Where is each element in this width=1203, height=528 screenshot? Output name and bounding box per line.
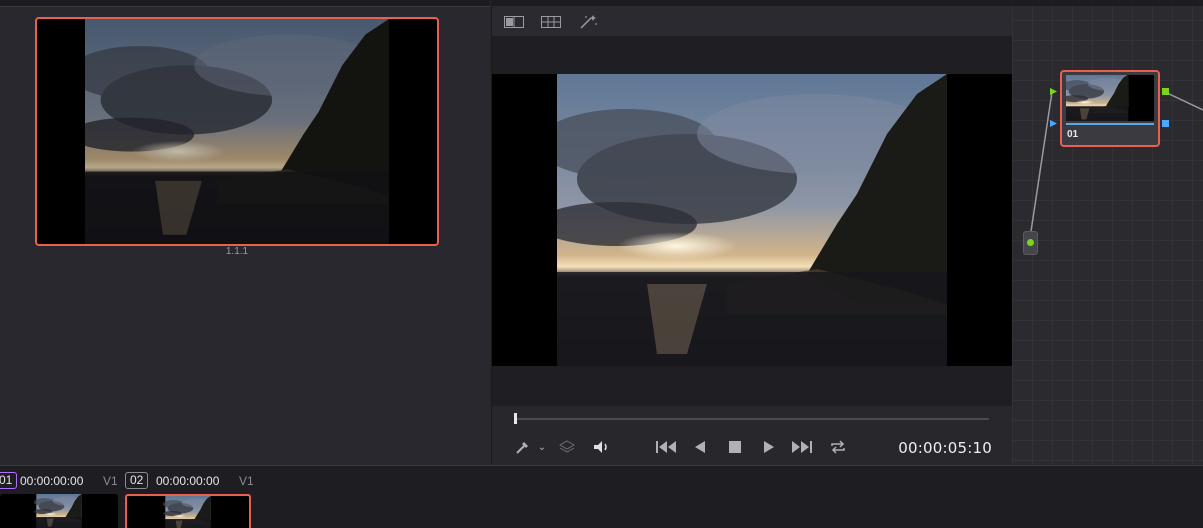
node-label: 01 <box>1067 129 1079 140</box>
clip-number-02: 02 <box>125 472 149 489</box>
viewer-timecode: 00:00:05:10 <box>898 439 992 457</box>
viewer-canvas[interactable] <box>492 36 1012 406</box>
still-label: 1.1.1 <box>225 246 249 257</box>
source-output-port[interactable] <box>1027 239 1034 246</box>
viewer-panel: ⌄ 00:00:05:10 <box>491 0 1013 464</box>
clip-timecode-01: 00:00:00:00 <box>20 474 84 488</box>
clip-thumbnail-01[interactable] <box>0 494 118 528</box>
corrector-node-01[interactable]: 01 <box>1060 70 1160 147</box>
scrub-bar[interactable] <box>514 418 989 420</box>
split-screen-icon[interactable] <box>503 14 525 30</box>
node-thumbnail <box>1066 75 1154 121</box>
grid-icon[interactable] <box>540 14 562 30</box>
clip-thumbnail-02[interactable] <box>125 494 251 528</box>
play-reverse-icon[interactable] <box>692 437 708 457</box>
layers-icon[interactable] <box>558 437 576 457</box>
clip-number-01: 01 <box>0 472 18 489</box>
node-editor[interactable]: 01 <box>1012 0 1203 464</box>
node-input-port-blue[interactable] <box>1050 120 1057 127</box>
play-icon[interactable] <box>761 437 777 457</box>
volume-icon[interactable] <box>592 437 612 457</box>
clip-track-02: V1 <box>239 474 254 488</box>
viewer-toolbar <box>492 0 1012 36</box>
clip-track-01: V1 <box>103 474 118 488</box>
playhead[interactable] <box>514 413 517 424</box>
node-bar <box>1066 123 1154 125</box>
gallery-panel: 1.1.1 <box>0 0 490 464</box>
gallery-top-bar <box>0 0 490 7</box>
node-output-port-green[interactable] <box>1162 88 1169 95</box>
chevron-down-icon[interactable]: ⌄ <box>536 437 548 457</box>
color-picker-icon[interactable] <box>514 437 532 457</box>
still-image <box>85 19 389 244</box>
skip-to-end-icon[interactable] <box>791 437 813 457</box>
viewer-frame <box>492 74 1012 366</box>
node-output-port-blue[interactable] <box>1162 120 1169 127</box>
viewer-image <box>557 74 947 366</box>
source-input-node[interactable] <box>1023 231 1038 255</box>
gallery-still[interactable] <box>35 17 439 246</box>
skip-to-start-icon[interactable] <box>655 437 677 457</box>
stop-icon[interactable] <box>727 437 743 457</box>
clip-timeline: 01 00:00:00:00 V1 02 00:00:00:00 V1 <box>0 465 1203 528</box>
clip-timecode-02: 00:00:00:00 <box>156 474 220 488</box>
node-input-port-green[interactable] <box>1050 88 1057 95</box>
loop-icon[interactable] <box>828 437 848 457</box>
magic-wand-icon[interactable] <box>577 14 599 30</box>
